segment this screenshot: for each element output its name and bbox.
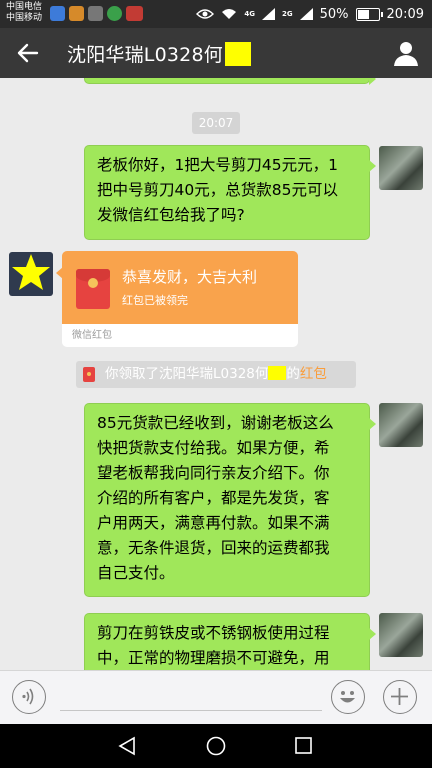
back-arrow-icon[interactable] <box>14 38 42 68</box>
battery-percent: 50% <box>319 6 349 22</box>
message-line: 中，正常的物理磨损不可避免，用 <box>97 649 330 667</box>
chat-title: 沈阳华瑞L0328何 <box>67 40 251 67</box>
system-nav-bar <box>0 724 432 768</box>
message-line: 户用两天，满意再付款。如果不满 <box>97 514 330 532</box>
more-options-button[interactable] <box>383 680 417 714</box>
clock: 20:09 <box>386 6 424 22</box>
message-line: 快把货款支付给我。如果方便，希 <box>97 439 330 457</box>
nav-back-icon[interactable] <box>116 736 138 756</box>
redaction-mark <box>224 42 251 66</box>
notice-prefix: 你领取了沈阳华瑞L0328何 <box>105 366 269 382</box>
message-bubble-sent[interactable]: 老板你好，1把大号剪刀45元元，1 把中号剪刀40元，总货款85元可以 发微信红… <box>84 145 376 240</box>
shield-app-icon <box>50 6 65 21</box>
red-packet-greeting: 恭喜发财，大吉大利 <box>122 268 258 286</box>
red-packet-link[interactable]: 红包 <box>300 366 327 382</box>
red-packet-status: 红包已被领完 <box>122 294 188 307</box>
red-packet-message[interactable]: 恭喜发财，大吉大利 红包已被领完 微信红包 <box>56 251 298 347</box>
battery-icon <box>355 7 383 21</box>
voice-input-button[interactable] <box>12 680 46 714</box>
signal-icon-2 <box>299 8 313 20</box>
avatar-redaction-mark <box>12 254 50 290</box>
red-packet-footer: 微信红包 <box>62 324 298 347</box>
contact-avatar[interactable] <box>9 252 53 296</box>
message-line: 望老板帮我向同行亲友介绍下。你 <box>97 464 330 482</box>
voice-icon <box>22 688 34 705</box>
network-type-2: 2G <box>282 9 293 18</box>
previous-message-bubble[interactable] <box>84 78 376 85</box>
message-bubble-sent[interactable]: 剪刀在剪铁皮或不锈钢板使用过程 中，正常的物理磨损不可避免，用 <box>84 613 376 670</box>
gallery-app-icon <box>88 6 103 21</box>
network-type-1: 4G <box>244 9 255 18</box>
chat-header: 沈阳华瑞L0328何 <box>0 28 432 78</box>
wifi-icon <box>222 9 237 19</box>
input-bar <box>0 670 432 724</box>
my-avatar[interactable] <box>379 403 423 447</box>
message-line: 介绍的所有客户，都是先发货，客 <box>97 489 330 507</box>
redaction-mark <box>268 366 287 380</box>
message-line: 把中号剪刀40元，总货款85元可以 <box>97 181 338 199</box>
browser-app-icon <box>107 6 122 21</box>
nav-home-icon[interactable] <box>205 736 227 758</box>
message-line: 发微信红包给我了吗? <box>97 206 245 224</box>
notice-middle: 的 <box>286 366 300 382</box>
message-line: 自己支付。 <box>97 564 175 582</box>
weibo-app-icon <box>126 6 143 21</box>
system-notice: 你领取了沈阳华瑞L0328何 的红包 <box>76 361 356 388</box>
status-bar: 中国电信 中国移动 4G 2G 50% 20:09 <box>0 0 432 28</box>
smiley-icon <box>340 691 355 703</box>
message-line: 85元货款已经收到，谢谢老板这么 <box>97 414 334 432</box>
red-envelope-small-icon <box>83 367 95 382</box>
person-icon[interactable] <box>392 39 420 67</box>
timestamp: 20:07 <box>192 112 240 134</box>
my-avatar[interactable] <box>379 146 423 190</box>
emoji-button[interactable] <box>331 680 365 714</box>
nav-recent-apps-icon[interactable] <box>294 737 314 757</box>
eye-icon <box>196 9 215 19</box>
message-line: 老板你好，1把大号剪刀45元元，1 <box>97 156 338 174</box>
carrier-2: 中国移动 <box>6 13 43 23</box>
message-line: 剪刀在剪铁皮或不锈钢板使用过程 <box>97 624 330 642</box>
plus-icon <box>391 688 408 705</box>
my-avatar[interactable] <box>379 613 423 657</box>
red-envelope-icon <box>76 269 110 309</box>
message-list[interactable]: 20:07 老板你好，1把大号剪刀45元元，1 把中号剪刀40元，总货款85元可… <box>0 78 432 670</box>
signal-icon-1 <box>262 8 275 20</box>
carrier-1: 中国电信 <box>6 2 43 12</box>
message-line: 意，无条件退货，回来的运费都我 <box>97 539 330 557</box>
notification-app-icon <box>69 6 84 21</box>
message-input[interactable] <box>60 710 322 711</box>
message-bubble-sent[interactable]: 85元货款已经收到，谢谢老板这么 快把货款支付给我。如果方便，希 望老板帮我向同… <box>84 403 376 597</box>
carrier-info: 中国电信 中国移动 <box>6 2 42 24</box>
chat-title-text: 沈阳华瑞L0328何 <box>67 44 223 66</box>
